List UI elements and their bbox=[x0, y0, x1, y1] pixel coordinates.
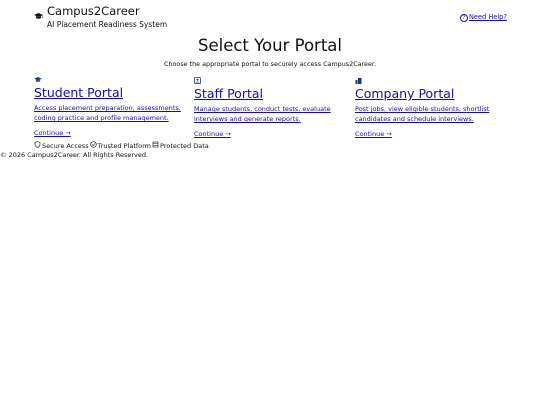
student-portal-description[interactable]: Access placement preparation, assessment… bbox=[34, 103, 189, 123]
staff-portal-description[interactable]: Manage students, conduct tests, evaluate… bbox=[194, 104, 349, 124]
staff-portal-link[interactable]: Staff Portal bbox=[194, 87, 349, 101]
company-portal-card: Company Portal Post jobs, view eligible … bbox=[355, 77, 510, 139]
page-description: Choose the appropriate portal to securel… bbox=[164, 60, 376, 68]
staff-portal-card: Staff Portal Manage students, conduct te… bbox=[194, 77, 349, 139]
trusted-platform-label: Trusted Platform bbox=[97, 141, 152, 150]
database-icon bbox=[152, 141, 159, 151]
brand-subtitle: AI Placement Readiness System bbox=[47, 20, 168, 29]
check-circle-icon bbox=[90, 141, 97, 151]
secure-access-label: Secure Access bbox=[42, 141, 89, 150]
student-continue-link[interactable]: Continue → bbox=[34, 129, 189, 138]
site-header: Campus2Career AI Placement Readiness Sys… bbox=[34, 5, 167, 31]
staff-continue-link[interactable]: Continue → bbox=[194, 130, 349, 139]
brand-title: Campus2Career bbox=[47, 4, 140, 18]
page-title: Select Your Portal bbox=[197, 36, 343, 55]
footer-copyright: © 2026 Campus2Career. All Rights Reserve… bbox=[0, 151, 149, 159]
shield-icon bbox=[34, 141, 41, 151]
company-portal-link[interactable]: Company Portal bbox=[355, 87, 510, 101]
company-continue-link[interactable]: Continue → bbox=[355, 130, 510, 139]
protected-data-label: Protected Data bbox=[160, 141, 209, 150]
graduation-cap-icon bbox=[34, 13, 43, 22]
need-help-label: Need Help? bbox=[469, 13, 507, 21]
need-help-link[interactable]: ? Need Help? bbox=[460, 13, 507, 22]
trust-badges: Secure Access Trusted Platform Protected… bbox=[34, 141, 210, 151]
student-portal-link[interactable]: Student Portal bbox=[34, 86, 189, 100]
question-circle-icon: ? bbox=[460, 14, 468, 22]
student-portal-card: Student Portal Access placement preparat… bbox=[34, 77, 189, 138]
brand-block: Campus2Career AI Placement Readiness Sys… bbox=[47, 5, 167, 31]
company-portal-description[interactable]: Post jobs, view eligible students, short… bbox=[355, 104, 510, 124]
